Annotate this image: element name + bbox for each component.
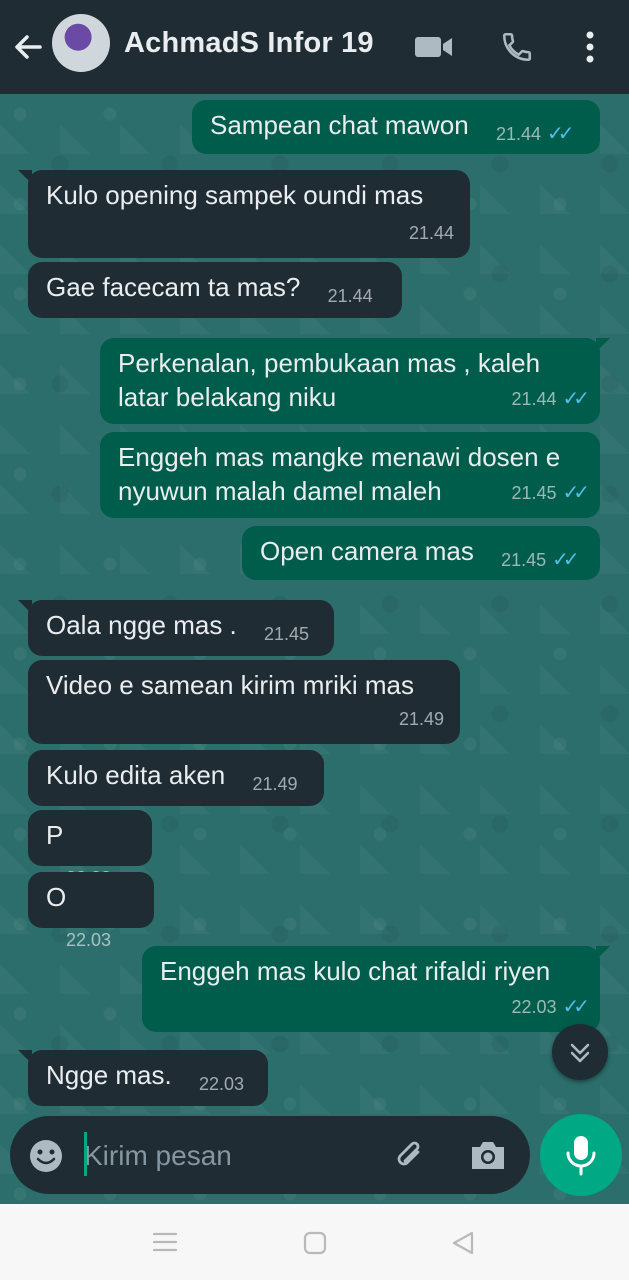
incoming-message[interactable]: Video e samean kirim mriki mas 21.49 (28, 660, 460, 744)
voice-record-button[interactable] (540, 1114, 622, 1196)
attach-icon[interactable] (390, 1136, 430, 1176)
camera-icon[interactable] (468, 1136, 508, 1174)
message-text: Video e samean kirim mriki mas (46, 670, 414, 700)
message-meta: 22.03 (199, 1067, 244, 1101)
message-text: Perkenalan, pembukaan mas , kaleh latar … (118, 348, 548, 412)
message-meta: 21.49 (252, 767, 297, 801)
message-text: Kulo opening sampek oundi mas (46, 180, 424, 210)
message-meta: 21.44 (328, 279, 373, 313)
read-tick-icon: ✓✓ (562, 996, 589, 1018)
back-arrow-icon[interactable] (12, 31, 44, 63)
double-chevron-down-icon (570, 1043, 590, 1063)
message-meta: 22.03 (66, 923, 111, 957)
chat-header: AchmadS Infor 19 (0, 0, 629, 94)
message-text: Ngge mas. (46, 1060, 172, 1090)
back-nav-icon[interactable] (450, 1230, 476, 1256)
message-time: 21.44 (327, 286, 373, 306)
outgoing-message[interactable]: Sampean chat mawon 21.44 ✓✓ (192, 100, 600, 154)
message-time: 21.44 (511, 389, 557, 409)
message-input[interactable] (82, 1134, 386, 1178)
message-text: Gae facecam ta mas? (46, 272, 301, 302)
recent-apps-icon[interactable] (152, 1230, 178, 1254)
voice-call-icon[interactable] (500, 30, 534, 64)
contact-avatar[interactable] (52, 14, 110, 72)
incoming-message[interactable]: Oala ngge mas . 21.45 (18, 600, 334, 656)
message-time: 21.44 (408, 223, 454, 243)
message-meta: 21.49 (399, 702, 444, 736)
message-text: Open camera mas (260, 536, 474, 566)
message-text: Oala ngge mas . (46, 610, 237, 640)
message-meta: 21.45 ✓✓ (501, 543, 579, 577)
message-text: Sampean chat mawon (210, 110, 469, 140)
message-time: 22.03 (511, 997, 557, 1017)
message-meta: 21.44 ✓✓ (511, 382, 589, 416)
contact-name[interactable]: AchmadS Infor 19 (124, 27, 374, 60)
scroll-to-bottom-button[interactable] (552, 1024, 608, 1080)
message-time: 22.03 (66, 930, 112, 950)
incoming-message[interactable]: Ngge mas. 22.03 (18, 1050, 268, 1106)
message-time: 21.45 (264, 624, 310, 644)
outgoing-message[interactable]: Open camera mas 21.45 ✓✓ (242, 526, 600, 580)
incoming-message[interactable]: Kulo edita aken 21.49 (28, 750, 324, 806)
outgoing-message[interactable]: Enggeh mas mangke menawi dosen e nyuwun … (100, 432, 600, 518)
read-tick-icon: ✓✓ (547, 123, 574, 145)
incoming-message[interactable]: O 22.03 (28, 872, 154, 950)
home-icon[interactable] (302, 1230, 328, 1256)
message-text: Enggeh mas mangke menawi dosen e nyuwun … (118, 442, 568, 506)
message-text: O (46, 882, 67, 912)
message-time: 21.45 (511, 483, 557, 503)
message-text: P (46, 820, 63, 850)
more-options-icon[interactable] (580, 30, 600, 64)
message-text: Enggeh mas kulo chat rifaldi riyen (160, 956, 551, 986)
mic-icon (566, 1136, 596, 1176)
outgoing-message[interactable]: Perkenalan, pembukaan mas , kaleh latar … (100, 338, 610, 424)
emoji-icon[interactable] (28, 1138, 64, 1174)
incoming-message[interactable]: Gae facecam ta mas? 21.44 (28, 262, 402, 318)
message-meta: 21.44 (409, 216, 454, 250)
message-composer (10, 1116, 530, 1194)
read-tick-icon: ✓✓ (562, 388, 589, 410)
message-time: 22.03 (198, 1074, 245, 1094)
video-call-icon[interactable] (414, 34, 454, 60)
incoming-message[interactable]: P 22.03 (28, 810, 152, 888)
read-tick-icon: ✓✓ (562, 482, 589, 504)
message-meta: 21.45 (264, 617, 309, 651)
chat-area[interactable]: Sampean chat mawon 21.44 ✓✓ Kulo opening … (0, 94, 629, 1204)
system-navigation-bar (0, 1204, 629, 1280)
message-time: 21.45 (501, 550, 547, 570)
incoming-message[interactable]: Kulo opening sampek oundi mas 21.44 (18, 170, 470, 258)
message-meta: 22.03 ✓✓ (511, 990, 589, 1024)
read-tick-icon: ✓✓ (552, 549, 579, 571)
message-text: Kulo edita aken (46, 760, 226, 790)
message-meta: 21.44 ✓✓ (495, 117, 574, 151)
text-cursor (84, 1132, 87, 1176)
message-meta: 21.45 ✓✓ (511, 476, 589, 510)
message-time: 21.49 (252, 774, 298, 794)
message-time: 21.44 (495, 124, 541, 144)
message-time: 21.49 (398, 709, 444, 729)
outgoing-message[interactable]: Enggeh mas kulo chat rifaldi riyen 22.03… (142, 946, 610, 1032)
